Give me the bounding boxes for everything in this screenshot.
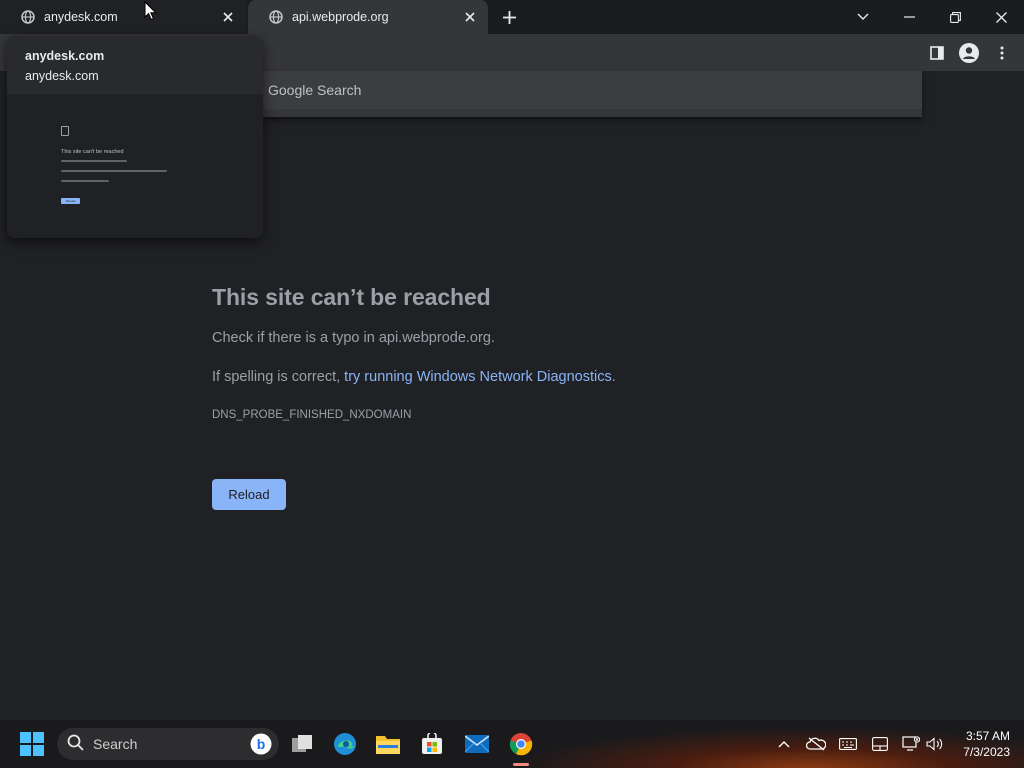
mouse-cursor-icon: [144, 0, 158, 21]
keyboard-icon[interactable]: [838, 734, 858, 754]
document-icon: [61, 126, 69, 136]
edge-icon[interactable]: [329, 728, 361, 760]
start-button[interactable]: [16, 728, 48, 760]
active-app-indicator: [513, 763, 529, 766]
network-disconnected-icon[interactable]: [901, 734, 921, 754]
omnibox-suggestion[interactable]: Google Search: [262, 71, 922, 109]
globe-icon: [268, 10, 283, 25]
task-view-icon[interactable]: [286, 728, 318, 760]
tab-search-icon[interactable]: [851, 5, 875, 29]
diagnostics-link[interactable]: try running Windows Network Diagnostics: [344, 369, 612, 385]
menu-kebab-icon[interactable]: [991, 42, 1013, 64]
omnibox-dropdown: Google Search: [262, 71, 922, 117]
onedrive-icon[interactable]: [806, 734, 826, 754]
hover-card-header: anydesk.com anydesk.com: [7, 36, 263, 94]
volume-icon[interactable]: [925, 734, 945, 754]
tab-webprode[interactable]: api.webprode.org: [248, 0, 488, 34]
clock-time: 3:57 AM: [965, 729, 1010, 743]
diagnostics-suffix: .: [611, 369, 616, 385]
bing-icon[interactable]: b: [245, 728, 277, 760]
diagnostics-prefix: If spelling is correct,: [212, 369, 345, 385]
file-explorer-icon[interactable]: [372, 728, 404, 760]
system-clock[interactable]: 3:57 AM 7/3/2023: [963, 728, 1010, 760]
mail-icon[interactable]: [461, 728, 493, 760]
restore-button[interactable]: [943, 5, 967, 29]
side-panel-icon[interactable]: [926, 42, 948, 64]
search-label: Search: [93, 736, 138, 752]
chrome-icon[interactable]: [505, 728, 537, 760]
hover-card-domain: anydesk.com: [25, 69, 99, 83]
close-tab-icon[interactable]: [462, 9, 478, 25]
preview-line: [61, 170, 167, 172]
preview-reload-button: Reload: [61, 198, 80, 204]
tab-hover-card: anydesk.com anydesk.com This site can't …: [7, 36, 263, 238]
tab-title: api.webprode.org: [292, 10, 389, 24]
globe-icon: [20, 10, 35, 25]
tab-title: anydesk.com: [44, 10, 118, 24]
taskbar: Search b 3:57 AM 7/3/2023: [0, 720, 1024, 768]
close-window-button[interactable]: [989, 5, 1013, 29]
hover-card-title: anydesk.com: [25, 49, 105, 63]
suggestion-label: Google Search: [268, 82, 362, 98]
preview-title: This site can't be reached: [61, 149, 124, 155]
typo-hint: Check if there is a typo in api.webprode…: [212, 330, 495, 346]
search-icon: [67, 734, 84, 754]
minimize-button[interactable]: [897, 5, 921, 29]
error-title: This site can’t be reached: [212, 284, 491, 310]
preview-line: [61, 180, 109, 182]
new-tab-button[interactable]: [499, 7, 519, 27]
microsoft-store-icon[interactable]: [416, 728, 448, 760]
error-content: This site can’t be reached Check if ther…: [212, 283, 812, 423]
error-code: DNS_PROBE_FINISHED_NXDOMAIN: [212, 409, 412, 421]
svg-text:b: b: [257, 736, 266, 752]
close-tab-icon[interactable]: [220, 9, 236, 25]
touchpad-icon[interactable]: [870, 734, 890, 754]
reload-button[interactable]: Reload: [212, 479, 286, 510]
hover-card-preview: This site can't be reached Reload: [7, 94, 263, 238]
profile-icon[interactable]: [958, 42, 980, 64]
diagnostics-hint: If spelling is correct, try running Wind…: [212, 367, 812, 387]
show-hidden-icons-icon[interactable]: [774, 734, 794, 754]
tab-anydesk[interactable]: anydesk.com: [0, 0, 246, 34]
preview-line: [61, 160, 127, 162]
clock-date: 7/3/2023: [963, 745, 1010, 759]
